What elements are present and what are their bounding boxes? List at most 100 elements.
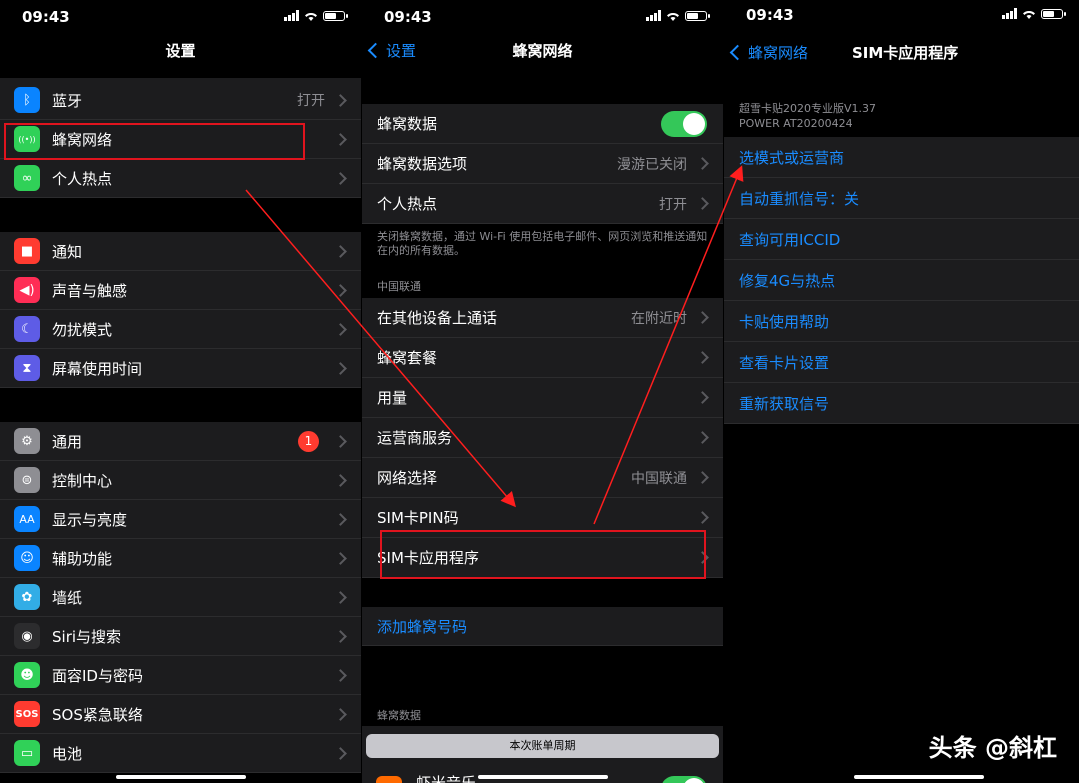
- cellular-row-label: 蜂窝套餐: [377, 349, 438, 367]
- settings-row[interactable]: ∞ 个人热点: [0, 159, 361, 198]
- chevron-right-icon: [334, 746, 347, 760]
- add-cellular-plan-button[interactable]: 添加蜂窝号码: [362, 607, 723, 646]
- settings-row-label: 显示与亮度: [52, 510, 128, 529]
- chevron-right-icon: [334, 361, 347, 375]
- sim-menu-item[interactable]: 卡贴使用帮助: [724, 301, 1079, 342]
- settings-row[interactable]: ▭ 电池: [0, 734, 361, 773]
- status-bar: 09:43: [362, 0, 723, 34]
- settings-row-label: 蓝牙: [52, 91, 83, 110]
- settings-row-label: Siri与搜索: [52, 627, 122, 646]
- page-title: 设置: [165, 42, 196, 60]
- cellular-row-label: 网络选择: [377, 469, 438, 487]
- sim-menu-item[interactable]: 修复4G与热点: [724, 260, 1079, 301]
- sim-info-line-1: 超雪卡贴2020专业版V1.37: [739, 102, 877, 115]
- chevron-right-icon: [696, 351, 709, 364]
- cellular-row[interactable]: 蜂窝数据: [362, 104, 723, 144]
- chevron-right-icon: [334, 283, 347, 297]
- cellular-row[interactable]: 个人热点 打开: [362, 184, 723, 224]
- chevron-right-icon: [334, 629, 347, 643]
- cellular-data-toggle[interactable]: [661, 110, 707, 137]
- cellular-row[interactable]: 在其他设备上通话 在附近时: [362, 298, 723, 338]
- billing-period-button[interactable]: 本次账单周期: [366, 734, 719, 758]
- accessibility-icon: ☺: [14, 545, 40, 571]
- settings-row-label: 墙纸: [52, 588, 83, 607]
- sim-menu-item-label: 卡贴使用帮助: [739, 312, 830, 331]
- chevron-right-icon: [334, 668, 347, 682]
- cellular-row[interactable]: 用量: [362, 378, 723, 418]
- cellular-row[interactable]: 蜂窝数据选项 漫游已关闭: [362, 144, 723, 184]
- cellular-row-label: 运营商服务: [377, 429, 453, 447]
- chevron-right-icon: [334, 322, 347, 336]
- settings-row-value: 打开: [297, 93, 325, 109]
- sim-menu-item[interactable]: 自动重抓信号：关: [724, 178, 1079, 219]
- chevron-right-icon: [334, 93, 347, 107]
- settings-row[interactable]: ◀) 声音与触感: [0, 271, 361, 310]
- sim-menu-item[interactable]: 查看卡片设置: [724, 342, 1079, 383]
- settings-row[interactable]: ☻ 面容ID与密码: [0, 656, 361, 695]
- cellular-row-label: SIM卡PIN码: [377, 509, 459, 527]
- battery-status-icon: [1041, 8, 1066, 19]
- cellular-row[interactable]: 运营商服务: [362, 418, 723, 458]
- sos-icon: SOS: [14, 701, 40, 727]
- settings-row-label: 勿扰模式: [52, 320, 113, 339]
- back-button[interactable]: 蜂窝网络: [729, 42, 808, 63]
- flower-icon: ✿: [14, 584, 40, 610]
- sim-menu-list: 选模式或运营商自动重抓信号：关 查询可用ICCID 修复4G与热点卡贴使用帮助查看卡…: [724, 137, 1079, 424]
- chevron-right-icon: [334, 434, 347, 448]
- home-indicator: [477, 775, 608, 779]
- settings-row[interactable]: ☺ 辅助功能: [0, 539, 361, 578]
- settings-panel: 09:43 设置 ᛒ 蓝牙 打开 ((•)) 蜂窝网络 ∞ 个人热点 ■ 通知 ◀) 声音与触感 ☾…: [0, 0, 361, 783]
- cellular-row[interactable]: 网络选择 中国联通: [362, 458, 723, 498]
- settings-row[interactable]: SOS SOS紧急联络: [0, 695, 361, 734]
- settings-row-label: 控制中心: [52, 471, 113, 490]
- sim-menu-item-label: 自动重抓信号：关: [739, 189, 860, 208]
- settings-row-label: 通知: [52, 242, 83, 261]
- settings-row[interactable]: ◉ Siri与搜索: [0, 617, 361, 656]
- sim-menu-item[interactable]: 查询可用ICCID: [724, 219, 1079, 260]
- settings-row[interactable]: ᛒ 蓝牙 打开: [0, 81, 361, 120]
- hourglass-icon: ⧗: [14, 355, 40, 381]
- chevron-right-icon: [334, 244, 347, 258]
- settings-row[interactable]: ✿ 墙纸: [0, 578, 361, 617]
- chevron-right-icon: [696, 391, 709, 404]
- chevron-right-icon: [334, 590, 347, 604]
- chevron-right-icon: [696, 471, 709, 484]
- cellular-row[interactable]: 蜂窝套餐: [362, 338, 723, 378]
- chevron-left-icon: [729, 44, 746, 61]
- section-header-carrier: 中国联通: [377, 280, 421, 293]
- face-id-icon: ☻: [14, 662, 40, 688]
- update-badge: 1: [298, 430, 319, 452]
- wifi-icon: [667, 12, 679, 21]
- music-app-icon: [376, 776, 402, 783]
- settings-row[interactable]: ■ 通知: [0, 232, 361, 271]
- sim-info-line-2: POWER AT20200424: [739, 117, 853, 130]
- cellular-row-label: 个人热点: [377, 195, 438, 213]
- sim-apps-panel: 09:43 蜂窝网络 SIM卡应用程序 超雪卡贴2020专业版V1.37 POW…: [724, 0, 1079, 783]
- music-app-toggle[interactable]: [661, 776, 707, 783]
- watermark: 头条 @斜杠: [928, 734, 1057, 762]
- sim-menu-item[interactable]: 选模式或运营商: [724, 137, 1079, 178]
- moon-icon: ☾: [14, 316, 40, 342]
- settings-row[interactable]: ☾ 勿扰模式: [0, 310, 361, 349]
- settings-row-label: 通用: [52, 432, 83, 451]
- highlight-cellular: [4, 123, 305, 160]
- section-header-data: 蜂窝数据: [377, 709, 421, 722]
- home-indicator: [854, 775, 985, 779]
- link-icon: ∞: [14, 165, 40, 191]
- settings-row[interactable]: ⊜ 控制中心: [0, 461, 361, 500]
- settings-row[interactable]: AA 显示与亮度: [0, 500, 361, 539]
- partial-app-row-label: 虾米音乐: [416, 774, 477, 783]
- status-time: 09:43: [746, 6, 794, 24]
- battery-icon: ▭: [14, 740, 40, 766]
- settings-group-general: ⚙ 通用 1 ⊜ 控制中心 AA 显示与亮度 ☺ 辅助功能 ✿ 墙纸 ◉ Siri与搜索 ☻ 面容ID与密码…: [0, 422, 361, 773]
- sim-menu-item[interactable]: 重新获取信号: [724, 383, 1079, 424]
- settings-row[interactable]: ⧗ 屏幕使用时间: [0, 349, 361, 388]
- sim-menu-item-label: 查询可用ICCID: [739, 230, 841, 249]
- cellular-panel: 09:43 设置 蜂窝网络 蜂窝数据 蜂窝数据选项 漫游已关闭 个人热点 打开 关闭蜂窝…: [362, 0, 723, 783]
- settings-row[interactable]: ⚙ 通用 1: [0, 422, 361, 461]
- siri-icon: ◉: [14, 623, 40, 649]
- signal-icon: [646, 10, 661, 21]
- cellular-row-label: 用量: [377, 389, 408, 407]
- cellular-row-value: 在附近时: [631, 310, 687, 327]
- home-indicator: [115, 775, 246, 779]
